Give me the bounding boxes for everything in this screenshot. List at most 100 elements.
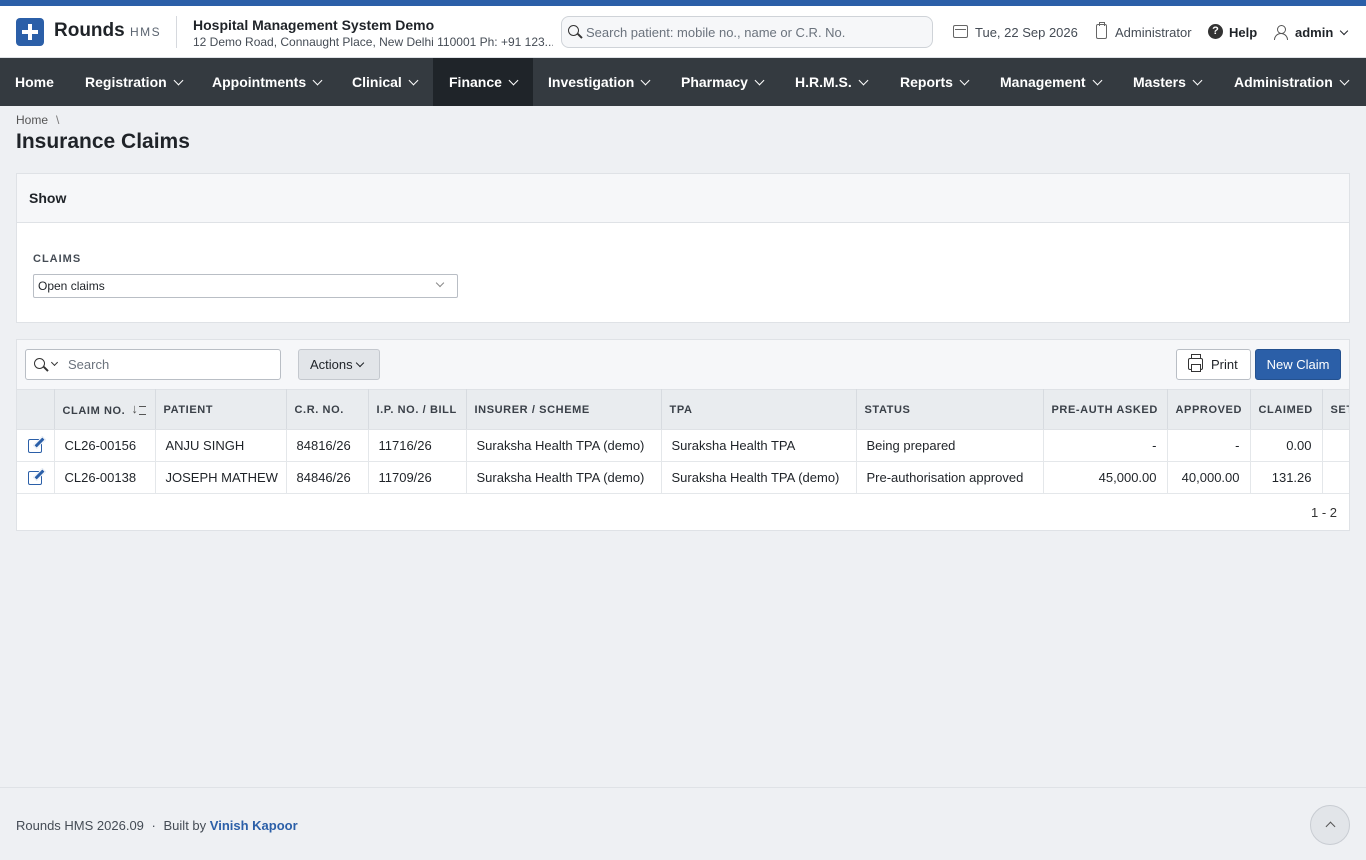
chevron-down-icon [1092, 75, 1103, 86]
clipboard-icon [1096, 22, 1107, 39]
col-claimed[interactable]: Claimed [1250, 389, 1323, 430]
cell-tpa: Suraksha Health TPA (demo) [661, 461, 857, 494]
page-title: Insurance Claims [16, 130, 190, 153]
help-icon[interactable]: ? [1208, 24, 1223, 39]
nav-finance[interactable]: Finance [433, 58, 533, 106]
nav-appointments[interactable]: Appointments [196, 58, 337, 106]
nav-pharmacy[interactable]: Pharmacy [665, 58, 779, 106]
cell-status: Pre-authorisation approved [856, 461, 1044, 494]
filter-panel-heading: Show [29, 190, 67, 206]
col-tpa[interactable]: TPA [661, 389, 857, 430]
footer-author-link[interactable]: Vinish Kapoor [210, 818, 298, 833]
new-claim-button[interactable]: New Claim [1255, 349, 1341, 380]
nav-label: Registration [85, 74, 167, 90]
nav-label: Appointments [212, 74, 307, 90]
user-name: admin [1295, 25, 1334, 40]
col-status[interactable]: Status [856, 389, 1044, 430]
grid-search-box[interactable] [25, 349, 281, 380]
table-row[interactable]: CL26-00156 ANJU SINGH 84816/26 11716/26 … [17, 429, 1349, 462]
chevron-down-icon [640, 75, 651, 86]
cell-settled [1322, 461, 1349, 494]
chevron-down-icon [959, 75, 970, 86]
nav-label: H.R.M.S. [795, 74, 852, 90]
table-row[interactable]: CL26-00138 JOSEPH MATHEW 84846/26 11709/… [17, 461, 1349, 494]
cell-ip-bill: 11709/26 [368, 461, 467, 494]
col-settled[interactable]: Settled [1322, 389, 1349, 430]
user-menu[interactable]: admin [1295, 25, 1349, 40]
col-ip-bill[interactable]: I.P. No. / Bill [368, 389, 467, 430]
chevron-down-icon [1339, 75, 1350, 86]
chevron-down-icon[interactable] [50, 358, 59, 367]
table-header-row: Claim No. Patient C.R. No. I.P. No. / Bi… [17, 389, 1349, 430]
chevron-down-icon [173, 75, 184, 86]
edit-icon[interactable] [28, 439, 42, 453]
cell-tpa: Suraksha Health TPA [661, 429, 857, 462]
chevron-down-icon [408, 75, 419, 86]
claims-filter-value: Open claims [38, 279, 105, 293]
search-icon[interactable] [34, 358, 45, 369]
app-header: Rounds HMS Hospital Management System De… [0, 6, 1366, 58]
footer-text: Rounds HMS 2026.09 · Built by Vinish Kap… [16, 818, 298, 833]
footer-app-version: Rounds HMS 2026.09 [16, 818, 144, 833]
cell-insurer: Suraksha Health TPA (demo) [466, 461, 662, 494]
actions-button[interactable]: Actions [298, 349, 380, 380]
chevron-down-icon [435, 278, 445, 288]
edit-icon[interactable] [28, 471, 42, 485]
calendar-icon [953, 25, 968, 38]
col-label: Claim No. [62, 405, 126, 417]
claims-grid: Actions Print New Claim Claim No. Patien… [16, 339, 1350, 531]
print-button[interactable]: Print [1176, 349, 1251, 380]
col-preauth[interactable]: Pre-Auth Asked [1043, 389, 1168, 430]
logo-plus-icon[interactable] [16, 18, 44, 46]
actions-label: Actions [310, 357, 353, 372]
scroll-to-top-button[interactable] [1310, 805, 1350, 845]
nav-reports[interactable]: Reports [884, 58, 984, 106]
nav-label: Reports [900, 74, 953, 90]
grid-search-input[interactable] [68, 352, 273, 377]
patient-search-input[interactable] [586, 18, 926, 46]
breadcrumb-separator: \ [56, 113, 60, 127]
col-patient[interactable]: Patient [155, 389, 287, 430]
nav-home[interactable]: Home [0, 58, 69, 106]
role-selector[interactable]: Administrator [1115, 25, 1192, 40]
col-claim-no[interactable]: Claim No. [54, 389, 156, 430]
footer-built-by: Built by [163, 818, 207, 833]
nav-label: Finance [449, 74, 502, 90]
breadcrumb-home[interactable]: Home [16, 113, 48, 127]
nav-hrms[interactable]: H.R.M.S. [779, 58, 883, 106]
breadcrumb: Home \ [16, 113, 59, 127]
printer-icon [1188, 354, 1203, 372]
col-insurer[interactable]: Insurer / Scheme [466, 389, 662, 430]
col-cr-no[interactable]: C.R. No. [286, 389, 369, 430]
chevron-down-icon [754, 75, 765, 86]
brand-subtitle: HMS [130, 25, 162, 39]
chevron-down-icon [355, 358, 364, 368]
nav-masters[interactable]: Masters [1117, 58, 1217, 106]
grid-toolbar: Actions Print New Claim [17, 340, 1349, 389]
nav-label: Pharmacy [681, 74, 748, 90]
hospital-name: Hospital Management System Demo [193, 17, 435, 33]
claims-table: Claim No. Patient C.R. No. I.P. No. / Bi… [17, 389, 1349, 494]
nav-management[interactable]: Management [984, 58, 1117, 106]
cell-patient: ANJU SINGH [155, 429, 287, 462]
nav-registration[interactable]: Registration [69, 58, 198, 106]
nav-clinical[interactable]: Clinical [337, 58, 432, 106]
claims-filter-select[interactable]: Open claims [33, 274, 458, 298]
cell-ip-bill: 11716/26 [368, 429, 467, 462]
nav-administration[interactable]: Administration [1218, 58, 1364, 106]
patient-search-box[interactable] [561, 16, 933, 48]
claims-filter-label: CLAIMS [33, 253, 82, 265]
brand-name[interactable]: Rounds [54, 20, 125, 42]
print-label: Print [1211, 357, 1238, 372]
cell-settled [1322, 429, 1349, 462]
user-icon [1274, 25, 1288, 40]
help-link[interactable]: Help [1229, 25, 1257, 40]
sort-icon[interactable] [131, 401, 147, 416]
main-navbar: Home Registration Appointments Clinical … [0, 58, 1366, 106]
search-icon [568, 25, 579, 36]
chevron-down-icon [312, 75, 323, 86]
cell-claimed: 0.00 [1250, 429, 1323, 462]
nav-investigation[interactable]: Investigation [533, 58, 664, 106]
chevron-up-icon [1325, 821, 1336, 832]
col-approved[interactable]: Approved [1167, 389, 1251, 430]
